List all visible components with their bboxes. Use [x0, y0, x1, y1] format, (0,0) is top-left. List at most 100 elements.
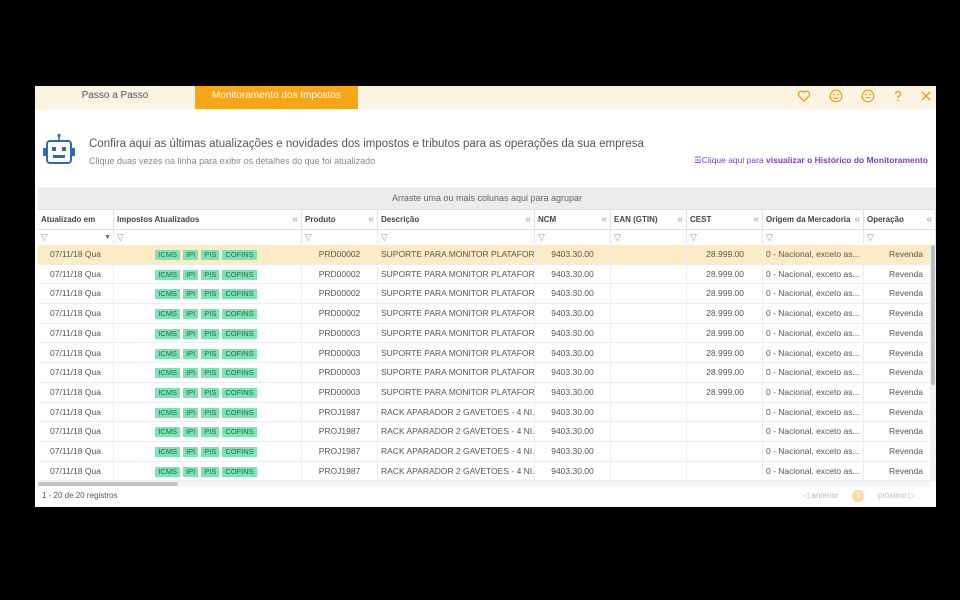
cell-impostos: ICMS IPI PIS COFINS — [114, 461, 302, 481]
collapse-icon[interactable]: « — [753, 210, 759, 229]
cell-descricao: SUPORTE PARA MONITOR PLATAFOR... — [378, 304, 535, 324]
group-drop-area[interactable]: Arraste uma ou mais colunas aqui para ag… — [38, 187, 936, 210]
collapse-icon[interactable]: « — [525, 210, 531, 229]
cell-cest: 28.999.00 — [687, 363, 763, 383]
tax-tag: PIS — [201, 447, 220, 457]
table-row[interactable]: 07/11/18 Qua ICMS IPI PIS COFINS PRD00002 SUPO… — [38, 264, 936, 285]
filter-dropdown-icon[interactable]: ▼ — [104, 230, 111, 245]
history-link[interactable]: ☰Clique aqui para visualizar o Histórico… — [694, 155, 928, 166]
filter-icon[interactable]: ▽ — [687, 230, 763, 245]
cell-origem: 0 - Nacional, exceto as... — [763, 402, 864, 422]
table-row[interactable]: 07/11/18 Qua ICMS IPI PIS COFINS PROJ1987 RACK… — [38, 422, 936, 442]
smile-icon[interactable] — [828, 89, 844, 105]
cell-operacao: Revenda — [864, 343, 936, 363]
column-header-impostos[interactable]: Impostos Atualizados « — [114, 210, 302, 229]
table-row[interactable]: 07/11/18 Qua ICMS IPI PIS COFINS PROJ1987 RACK… — [38, 442, 936, 462]
next-page-button[interactable]: próximo ▷ — [878, 491, 915, 500]
column-header-label: Descrição — [381, 215, 420, 224]
cell-produto: PRD00003 — [302, 382, 378, 402]
filter-icon[interactable]: ▽ — [763, 230, 864, 245]
cell-cest: 28.999.00 — [687, 343, 763, 363]
vertical-scroll-thumb[interactable] — [931, 245, 935, 385]
tax-tag: ICMS — [155, 328, 181, 339]
cell-atualizado-em: 07/11/18 Qua — [38, 382, 114, 402]
smile-alt-icon[interactable] — [860, 89, 876, 105]
page-number-button[interactable]: 1 — [852, 490, 864, 502]
cell-descricao: RACK APARADOR 2 GAVETOES - 4 NI... — [378, 442, 535, 461]
collapse-icon[interactable]: « — [854, 210, 860, 229]
table-row[interactable]: 07/11/18 Qua ICMS IPI PIS COFINS PROJ1987 RACK… — [38, 402, 936, 423]
cell-impostos: ICMS IPI PIS COFINS — [114, 422, 302, 442]
column-header-cest[interactable]: CEST « — [687, 210, 763, 229]
table-row[interactable]: 07/11/18 Qua ICMS IPI PIS COFINS PRD00002 SUPO… — [38, 304, 936, 324]
cell-origem: 0 - Nacional, exceto as... — [763, 363, 864, 383]
cell-ean — [611, 442, 687, 461]
cell-atualizado-em: 07/11/18 Qua — [38, 363, 114, 383]
table-row[interactable]: 07/11/18 Qua ICMS IPI PIS COFINS PRD00003 SUPO… — [38, 323, 936, 344]
cell-atualizado-em: 07/11/18 Qua — [38, 323, 114, 343]
filter-row: ▽ ▼ ▽ ▽ ▽ ▽ ▽ ▽ ▽ ▽ — [38, 230, 936, 246]
heart-icon[interactable] — [796, 89, 812, 105]
filter-icon[interactable]: ▽ — [114, 230, 302, 245]
horizontal-scroll-thumb[interactable] — [38, 482, 178, 486]
page-subtitle: Clique duas vezes na linha para exibir o… — [89, 156, 376, 166]
cell-ncm: 9403.30.00 — [535, 304, 611, 324]
table-row[interactable]: 07/11/18 Qua ICMS IPI PIS COFINS PRD00003 SUPO… — [38, 363, 936, 383]
tax-tag: ICMS — [155, 289, 181, 300]
column-header-ean[interactable]: EAN (GTIN) « — [611, 210, 687, 229]
column-header-produto[interactable]: Produto « — [302, 210, 378, 229]
cell-ncm: 9403.30.00 — [535, 323, 611, 343]
cell-descricao: SUPORTE PARA MONITOR PLATAFOR... — [378, 284, 535, 304]
cell-impostos: ICMS IPI PIS COFINS — [114, 284, 302, 304]
column-header-atualizado-em[interactable]: Atualizado em — [38, 210, 114, 229]
cell-ean — [611, 264, 687, 284]
tax-tag: COFINS — [222, 407, 257, 418]
monitor-window: Passo a Passo Monitoramento dos Impostos — [35, 86, 936, 507]
column-header-label: Produto — [305, 215, 336, 224]
tax-tag: ICMS — [155, 466, 181, 477]
column-header-origem[interactable]: Origem da Mercadoria « — [763, 210, 864, 229]
table-row[interactable]: 07/11/18 Qua ICMS IPI PIS COFINS PRD00003 SUPO… — [38, 343, 936, 364]
column-header-ncm[interactable]: NCM « — [535, 210, 611, 229]
cell-origem: 0 - Nacional, exceto as... — [763, 264, 864, 284]
prev-page-button[interactable]: ◁ anterior — [803, 491, 839, 500]
collapse-icon[interactable]: « — [601, 210, 607, 229]
collapse-icon[interactable]: « — [677, 210, 683, 229]
collapse-icon[interactable]: « — [926, 210, 932, 229]
tax-tag: COFINS — [222, 309, 257, 320]
cell-atualizado-em: 07/11/18 Qua — [38, 284, 114, 304]
cell-impostos: ICMS IPI PIS COFINS — [114, 323, 302, 343]
cell-operacao: Revenda — [864, 323, 936, 343]
cell-impostos: ICMS IPI PIS COFINS — [114, 343, 302, 363]
collapse-icon[interactable]: « — [292, 210, 298, 229]
table-row[interactable]: 07/11/18 Qua ICMS IPI PIS COFINS PRD00003 SUPO… — [38, 382, 936, 403]
filter-icon[interactable]: ▽ ▼ — [38, 230, 114, 245]
tax-tag: COFINS — [222, 289, 257, 300]
column-header-label: Operação — [867, 215, 904, 224]
cell-impostos: ICMS IPI PIS COFINS — [114, 382, 302, 402]
table-row[interactable]: 07/11/18 Qua ICMS IPI PIS COFINS PROJ1987 RACK… — [38, 461, 936, 482]
collapse-icon[interactable]: « — [368, 210, 374, 229]
cell-produto: PRD00003 — [302, 343, 378, 363]
column-header-operacao[interactable]: Operação « — [864, 210, 936, 229]
table-row[interactable]: 07/11/18 Qua ICMS IPI PIS COFINS PRD00002 SUPO… — [38, 245, 936, 265]
filter-icon[interactable]: ▽ — [864, 230, 936, 245]
tax-tag: COFINS — [222, 250, 257, 260]
cell-ncm: 9403.30.00 — [535, 363, 611, 383]
filter-icon[interactable]: ▽ — [535, 230, 611, 245]
tax-tag: IPI — [183, 289, 199, 300]
filter-icon[interactable]: ▽ — [378, 230, 535, 245]
column-header-label: EAN (GTIN) — [614, 215, 658, 224]
help-icon[interactable] — [890, 89, 906, 105]
column-header-descricao[interactable]: Descrição « — [378, 210, 535, 229]
close-icon[interactable] — [918, 89, 934, 105]
filter-icon[interactable]: ▽ — [302, 230, 378, 245]
table-row[interactable]: 07/11/18 Qua ICMS IPI PIS COFINS PRD00002 SUPO… — [38, 284, 936, 305]
cell-atualizado-em: 07/11/18 Qua — [38, 461, 114, 481]
tab-passo-a-passo[interactable]: Passo a Passo — [35, 86, 195, 109]
tab-monitoramento[interactable]: Monitoramento dos Impostos — [195, 86, 358, 109]
tax-tag: COFINS — [222, 466, 257, 477]
cell-produto: PRD00002 — [302, 304, 378, 324]
filter-icon[interactable]: ▽ — [611, 230, 687, 245]
vertical-scrollbar[interactable] — [930, 245, 936, 481]
